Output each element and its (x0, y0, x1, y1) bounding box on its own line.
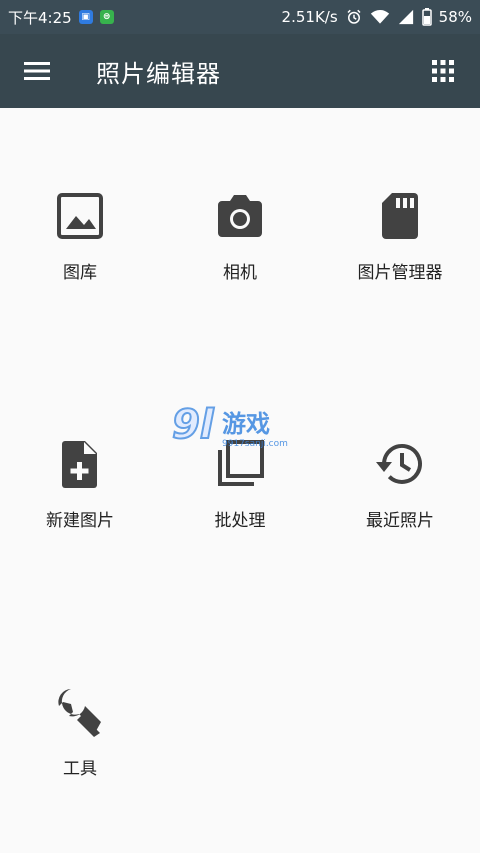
signal-icon (398, 9, 413, 25)
status-time: 下午4:25 (8, 8, 72, 27)
app-toolbar: 照片编辑器 (0, 34, 480, 108)
history-icon (376, 443, 422, 484)
sd-card-icon (382, 193, 418, 239)
tile-image-manager[interactable]: 图片管理器 (320, 190, 480, 320)
tile-recent-photos[interactable]: 最近照片 (320, 438, 480, 568)
menu-button[interactable] (0, 34, 74, 108)
new-file-icon (62, 441, 97, 488)
tile-label: 图片管理器 (357, 263, 443, 283)
svg-text:9l: 9l (172, 402, 215, 448)
status-bar: 下午4:25 ▣ ⊜ 2.51K/s 58% (0, 0, 480, 34)
grid-apps-icon (432, 60, 454, 82)
wrench-icon (58, 689, 101, 737)
watermark-graphic: 9l 游戏 9917sanji.com (171, 401, 288, 449)
tile-camera[interactable]: 相机 (160, 190, 320, 320)
alarm-icon (347, 9, 361, 24)
app-title: 照片编辑器 (96, 59, 221, 88)
svg-text:9917sanji.com: 9917sanji.com (222, 439, 288, 449)
tile-label: 最近照片 (366, 511, 434, 531)
tile-gallery[interactable]: 图库 (0, 190, 160, 320)
image-icon (57, 193, 103, 239)
tile-label: 新建图片 (46, 511, 114, 531)
tile-label: 相机 (223, 263, 257, 283)
battery-percent: 58% (438, 8, 472, 26)
status-bar-left: 下午4:25 ▣ ⊜ (8, 7, 114, 28)
battery-icon (421, 8, 432, 26)
tile-new-image[interactable]: 新建图片 (0, 438, 160, 568)
hamburger-menu-icon (24, 62, 50, 80)
tile-label: 工具 (63, 759, 97, 779)
tile-label: 图库 (63, 263, 97, 283)
network-speed: 2.51K/s (281, 8, 338, 26)
notification-app-icon: ▣ (78, 10, 93, 24)
camera-icon (218, 195, 262, 237)
notification-chat-icon: ⊜ (99, 10, 114, 24)
apps-grid-button[interactable] (406, 34, 480, 108)
tile-batch[interactable]: 批处理 (160, 438, 320, 568)
wifi-icon (370, 10, 389, 24)
tile-tools[interactable]: 工具 (0, 686, 160, 816)
watermark-logo: 9l 游戏 9917sanji.com (171, 398, 312, 454)
svg-text:游戏: 游戏 (222, 410, 270, 438)
status-bar-right: 2.51K/s 58% (282, 8, 472, 26)
tile-label: 批处理 (214, 511, 266, 531)
